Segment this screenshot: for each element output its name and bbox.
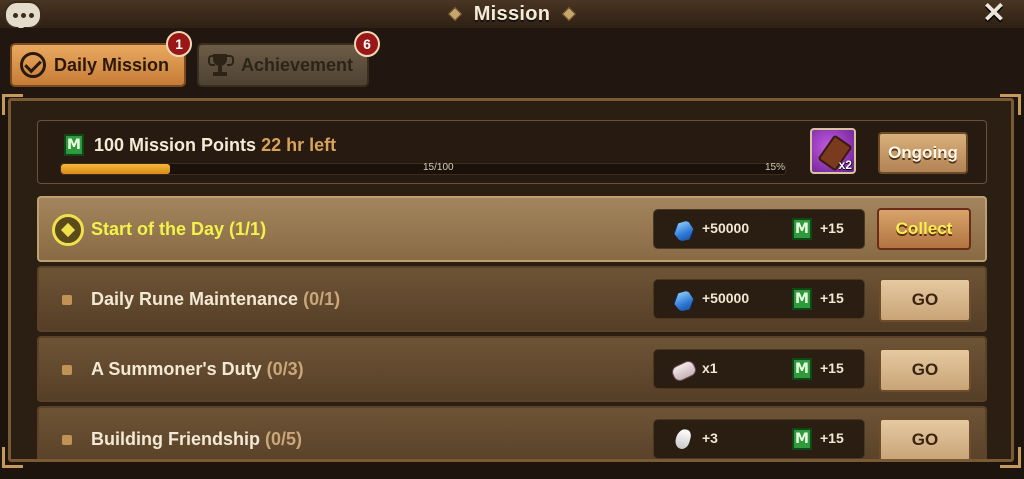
reward-box: +3 M +15 [653,419,865,459]
header-bar: Mission ✕ [0,0,1024,31]
mission-points-card: M 100 Mission Points 22 hr left 15/100 1… [37,120,987,184]
page-title: Mission [473,2,551,25]
reward-value: x1 [702,360,718,376]
mission-title: Daily Rune Maintenance (0/1) [91,289,340,310]
bullet-icon [62,365,72,375]
mission-name: A Summoner's Duty [91,359,262,379]
mission-panel: M 100 Mission Points 22 hr left 15/100 1… [8,98,1014,462]
reward-box: +50000 M +15 [653,209,865,249]
mission-progress: (0/1) [303,289,341,309]
time-left: 22 hr left [261,135,337,155]
mission-name: Building Friendship [91,429,260,449]
chat-icon[interactable] [4,1,42,31]
diamond-icon [447,6,462,22]
tab-label: Daily Mission [54,54,170,75]
mission-point-icon: M [792,288,812,310]
mission-point-value: +15 [820,220,844,236]
mission-point-value: +15 [820,290,844,306]
mission-name: Start of the Day [91,219,225,239]
points-percent: 15% [765,162,786,173]
mission-row[interactable]: Daily Rune Maintenance (0/1) +50000 M +1… [37,266,987,332]
go-button[interactable]: GO [879,348,971,392]
crystal-icon [672,219,694,241]
reward-quantity: x2 [838,158,852,172]
collect-button[interactable]: Collect [877,208,971,250]
reward-box: +50000 M +15 [653,279,865,319]
mission-progress: (1/1) [229,219,267,239]
mission-title: A Summoner's Duty (0/3) [91,359,304,380]
reward-value: +50000 [702,220,750,236]
scroll-icon [669,358,699,384]
mission-progress: (0/3) [266,359,304,379]
flame-icon [672,427,694,451]
tab-daily-mission[interactable]: Daily Mission [10,43,186,87]
bullet-icon [62,435,72,445]
notification-badge: 1 [166,31,192,57]
mission-point-icon: M [792,428,812,450]
diamond-icon [562,6,577,22]
mission-row[interactable]: A Summoner's Duty (0/3) x1 M +15 GO [37,336,987,402]
crystal-icon [672,289,694,311]
mission-points-label: 100 Mission Points 22 hr left [94,135,336,156]
mission-point-icon: M [64,134,84,156]
mission-title: Start of the Day (1/1) [91,219,266,240]
mission-title: Building Friendship (0/5) [91,429,302,450]
mission-row[interactable]: Building Friendship (0/5) +3 M +15 GO [37,406,987,459]
notification-badge: 6 [354,31,380,57]
mission-progress: (0/5) [265,429,303,449]
points-progress-fill [61,164,170,174]
mission-point-icon: M [792,358,812,380]
ongoing-button[interactable]: Ongoing [878,132,968,174]
mission-point-value: +15 [820,360,844,376]
trophy-icon [207,52,234,78]
reward-scroll-icon[interactable]: x2 [810,128,856,174]
bullet-icon [62,295,72,305]
mission-name: Daily Rune Maintenance [91,289,299,309]
checkmark-circle-icon [20,52,46,78]
mission-point-icon: M [792,218,812,240]
reward-value: +3 [702,430,718,446]
go-button[interactable]: GO [879,418,971,459]
go-button[interactable]: GO [879,278,971,322]
points-title: 100 Mission Points [94,135,257,155]
title-wrap: Mission [432,2,592,26]
tab-achievement[interactable]: Achievement [197,43,369,87]
mission-point-value: +15 [820,430,844,446]
points-count: 15/100 [423,162,454,173]
close-icon[interactable]: ✕ [980,0,1008,27]
tab-label: Achievement [241,54,354,75]
reward-value: +50000 [702,290,750,306]
reward-box: x1 M +15 [653,349,865,389]
mission-row[interactable]: Start of the Day (1/1) +50000 M +15 Coll… [37,196,987,262]
tab-bar: Daily Mission 1 Achievement 6 [0,28,1024,98]
completed-icon [52,214,84,246]
